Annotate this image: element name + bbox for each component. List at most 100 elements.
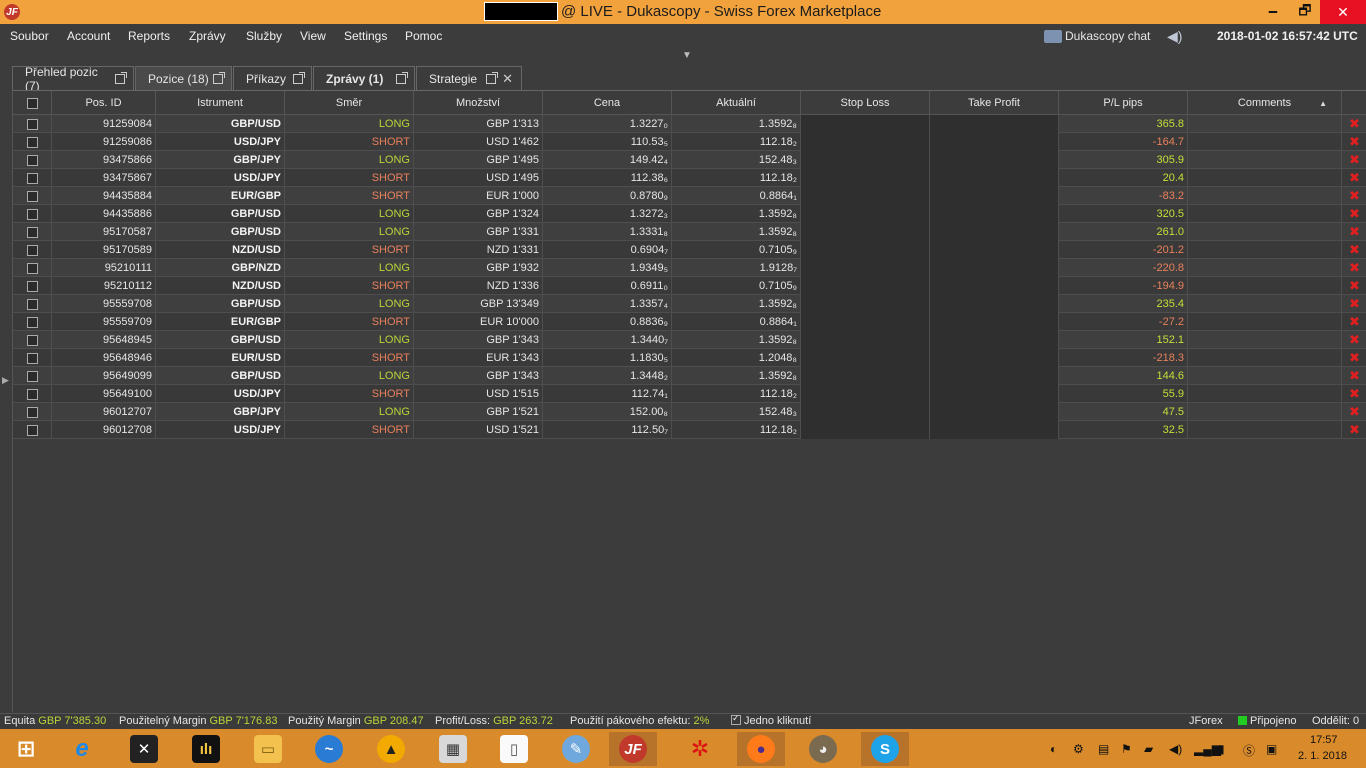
cell-take-profit[interactable] (930, 313, 1059, 331)
row-checkbox[interactable] (26, 298, 38, 310)
cell-take-profit[interactable] (930, 349, 1059, 367)
tray-security-icon[interactable]: ◐ (1050, 742, 1057, 756)
cell-stop-loss[interactable] (801, 277, 930, 295)
table-row[interactable]: 95210111 GBP/NZD LONG GBP 1'932 1.9349₅ 1.912… (13, 259, 1366, 277)
cell-take-profit[interactable] (930, 403, 1059, 421)
row-checkbox[interactable] (26, 262, 38, 274)
cell-comments[interactable] (1188, 187, 1342, 205)
firefox-icon[interactable]: ● (737, 732, 785, 766)
menu-soubor[interactable]: Soubor (10, 29, 49, 43)
cell-comments[interactable] (1188, 205, 1342, 223)
menu-pomoc[interactable]: Pomoc (405, 29, 442, 43)
row-checkbox[interactable] (26, 154, 38, 166)
close-position-icon[interactable]: ✖ (1349, 134, 1360, 150)
table-row[interactable]: 95559708 GBP/USD LONG GBP 13'349 1.3357₄ 1.35… (13, 295, 1366, 313)
row-checkbox[interactable] (26, 226, 38, 238)
cell-comments[interactable] (1188, 223, 1342, 241)
cell-take-profit[interactable] (930, 151, 1059, 169)
internet-explorer-icon[interactable]: e (58, 732, 106, 766)
one-click-checkbox[interactable] (731, 713, 741, 725)
table-row[interactable]: 95648945 GBP/USD LONG GBP 1'343 1.3440₇ 1.359… (13, 331, 1366, 349)
table-row[interactable]: 95559709 EUR/GBP SHORT EUR 10'000 0.8836₉ 0.8… (13, 313, 1366, 331)
table-row[interactable]: 94435884 EUR/GBP SHORT EUR 1'000 0.8780₉ 0.88… (13, 187, 1366, 205)
taskbar-time[interactable]: 17:57 (1310, 734, 1338, 746)
cell-stop-loss[interactable] (801, 223, 930, 241)
cell-comments[interactable] (1188, 259, 1342, 277)
maximize-button[interactable]: 🗗 (1286, 0, 1324, 24)
col-pos-id[interactable]: Pos. ID (52, 91, 156, 115)
cell-comments[interactable] (1188, 421, 1342, 439)
cell-stop-loss[interactable] (801, 205, 930, 223)
taskbar-date[interactable]: 2. 1. 2018 (1298, 750, 1347, 762)
cell-stop-loss[interactable] (801, 169, 930, 187)
cell-comments[interactable] (1188, 133, 1342, 151)
close-position-icon[interactable]: ✖ (1349, 170, 1360, 186)
cell-stop-loss[interactable] (801, 241, 930, 259)
thunderbird-icon[interactable]: ~ (305, 732, 353, 766)
cell-comments[interactable] (1188, 169, 1342, 187)
close-position-icon[interactable]: ✖ (1349, 260, 1360, 276)
tab-strategie[interactable]: Strategie ✕ (416, 66, 522, 90)
row-checkbox[interactable] (26, 424, 38, 436)
close-position-icon[interactable]: ✖ (1349, 404, 1360, 420)
gimp-icon[interactable]: ◕ (799, 732, 847, 766)
cell-take-profit[interactable] (930, 295, 1059, 313)
table-row[interactable]: 95210112 NZD/USD SHORT NZD 1'336 0.6911₀ 0.71… (13, 277, 1366, 295)
cell-stop-loss[interactable] (801, 133, 930, 151)
close-position-icon[interactable]: ✖ (1349, 332, 1360, 348)
table-row[interactable]: 91259084 GBP/USD LONG GBP 1'313 1.3227₀ 1.359… (13, 115, 1366, 133)
cell-stop-loss[interactable] (801, 259, 930, 277)
tray-network-tools-icon[interactable]: ⚙ (1073, 742, 1084, 756)
close-position-icon[interactable]: ✖ (1349, 422, 1360, 438)
close-button[interactable]: ✕ (1320, 0, 1366, 24)
tray-flag-icon[interactable]: ⚑ (1121, 742, 1132, 756)
row-checkbox[interactable] (26, 280, 38, 292)
cell-stop-loss[interactable] (801, 295, 930, 313)
cell-stop-loss[interactable] (801, 115, 930, 133)
select-all-checkbox[interactable] (26, 97, 38, 109)
jforex-taskbar-icon[interactable]: JF (609, 732, 657, 766)
col-stop-loss[interactable]: Stop Loss (801, 91, 930, 115)
mt4-icon[interactable]: ılı (182, 732, 230, 766)
close-position-icon[interactable]: ✖ (1349, 188, 1360, 204)
table-row[interactable]: 95170587 GBP/USD LONG GBP 1'331 1.3331₈ 1.359… (13, 223, 1366, 241)
menu-account[interactable]: Account (67, 29, 110, 43)
tab-pozice[interactable]: Pozice (18) (135, 66, 232, 90)
menu-reports[interactable]: Reports (128, 29, 170, 43)
skype-icon[interactable]: S (861, 732, 909, 766)
close-position-icon[interactable]: ✖ (1349, 116, 1360, 132)
menu-sluzby[interactable]: Služby (246, 29, 282, 43)
col-price[interactable]: Cena (543, 91, 672, 115)
row-checkbox[interactable] (26, 244, 38, 256)
cell-comments[interactable] (1188, 295, 1342, 313)
row-checkbox[interactable] (26, 316, 38, 328)
cell-comments[interactable] (1188, 313, 1342, 331)
cell-comments[interactable] (1188, 403, 1342, 421)
cell-take-profit[interactable] (930, 223, 1059, 241)
tray-language-icon[interactable]: ▣ (1266, 742, 1277, 756)
tray-volume-icon[interactable]: ◀) (1169, 742, 1182, 756)
cell-stop-loss[interactable] (801, 421, 930, 439)
close-position-icon[interactable]: ✖ (1349, 206, 1360, 222)
cell-stop-loss[interactable] (801, 313, 930, 331)
cell-take-profit[interactable] (930, 277, 1059, 295)
cell-comments[interactable] (1188, 331, 1342, 349)
cell-comments[interactable] (1188, 367, 1342, 385)
cell-take-profit[interactable] (930, 115, 1059, 133)
popout-icon[interactable] (396, 71, 408, 84)
cell-comments[interactable] (1188, 151, 1342, 169)
file-explorer-icon[interactable]: ▭ (244, 732, 292, 766)
collapse-arrow-icon[interactable]: ▼ (682, 50, 692, 61)
row-checkbox[interactable] (26, 352, 38, 364)
signal-app-icon[interactable]: ▲ (367, 732, 415, 766)
popout-icon[interactable] (486, 71, 499, 84)
close-position-icon[interactable]: ✖ (1349, 314, 1360, 330)
table-row[interactable]: 96012708 USD/JPY SHORT USD 1'521 112.50₇ 112.… (13, 421, 1366, 439)
tab-zpravy[interactable]: Zprávy (1) (313, 66, 415, 90)
cell-take-profit[interactable] (930, 241, 1059, 259)
table-row[interactable]: 96012707 GBP/JPY LONG GBP 1'521 152.00₈ 152.4… (13, 403, 1366, 421)
close-position-icon[interactable]: ✖ (1349, 350, 1360, 366)
one-click-toggle[interactable]: Jedno kliknutí (731, 713, 811, 727)
cell-comments[interactable] (1188, 385, 1342, 403)
row-checkbox[interactable] (26, 208, 38, 220)
